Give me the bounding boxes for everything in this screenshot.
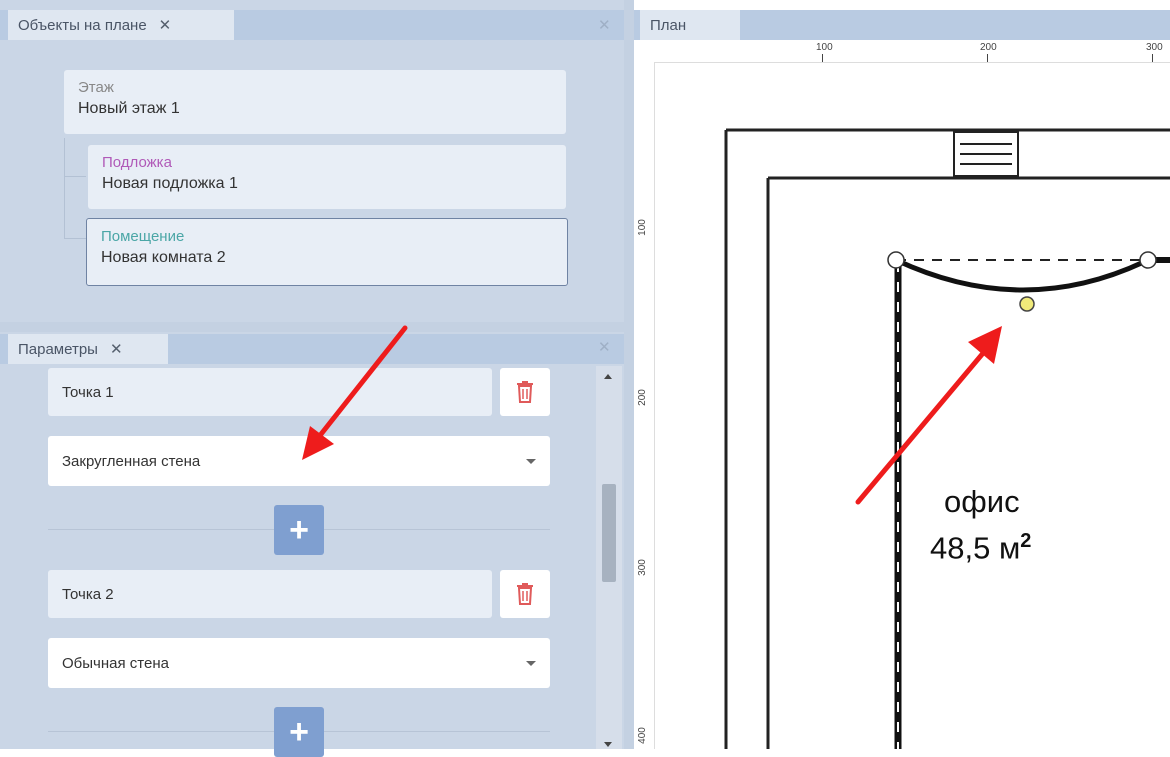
tree-item-floor[interactable]: Этаж Новый этаж 1: [64, 70, 566, 134]
ruler-tick: [987, 54, 988, 62]
floor-plan-canvas[interactable]: [654, 62, 1170, 749]
ruler-top: 100 200 300: [634, 40, 1170, 63]
point-handle[interactable]: [887, 251, 905, 269]
chevron-down-icon: [526, 661, 536, 666]
divider-line: [48, 731, 274, 732]
plus-icon: +: [289, 712, 309, 751]
point-handle[interactable]: [1139, 251, 1157, 269]
annotation-arrow: [302, 325, 408, 460]
tree-connector: [64, 138, 65, 238]
add-point-button[interactable]: +: [274, 505, 324, 555]
room-name-label: офис: [944, 484, 1020, 519]
tree-item-name: Новая подложка 1: [102, 175, 238, 192]
curve-control-handle[interactable]: [1019, 296, 1035, 312]
objects-panel-close-icon[interactable]: ✕: [598, 16, 611, 34]
tab-objects[interactable]: Объекты на плане ✕: [8, 10, 234, 40]
point-1-label: Точка 1: [48, 368, 492, 416]
close-icon[interactable]: ✕: [110, 340, 123, 358]
ruler-tick-label: 100: [636, 219, 648, 236]
tab-params-label: Параметры: [18, 340, 98, 358]
scroll-down-icon[interactable]: [604, 742, 612, 747]
tree-connector: [64, 238, 86, 239]
ruler-tick-label: 400: [636, 727, 648, 744]
ruler-tick: [1152, 54, 1153, 62]
tab-plan[interactable]: План: [640, 10, 740, 40]
trash-icon: [517, 583, 533, 605]
tree-item-underlay[interactable]: Подложка Новая подложка 1: [88, 145, 566, 209]
trash-icon: [517, 381, 533, 403]
room-area-unit-sup: 2: [1020, 530, 1032, 552]
divider-line: [324, 529, 550, 530]
ruler-tick-label: 200: [980, 42, 997, 53]
tree-item-name: Новая комната 2: [101, 249, 226, 266]
tab-objects-label: Объекты на плане: [18, 16, 147, 34]
chevron-down-icon: [526, 459, 536, 464]
wall-type-value: Обычная стена: [62, 654, 169, 672]
wall-type-value: Закругленная стена: [62, 452, 201, 470]
tree-item-type: Помещение: [101, 228, 185, 245]
room-area-label: 48,5 м2: [930, 530, 1031, 566]
params-panel-close-icon[interactable]: ✕: [598, 338, 611, 356]
delete-point-2-button[interactable]: [500, 570, 550, 618]
ruler-tick: [822, 54, 823, 62]
scroll-up-icon[interactable]: [604, 374, 612, 379]
plus-icon: +: [289, 510, 309, 549]
wall-type-select-2[interactable]: Обычная стена: [48, 638, 550, 688]
tab-params[interactable]: Параметры ✕: [8, 334, 168, 364]
add-point-button[interactable]: +: [274, 707, 324, 757]
divider-line: [48, 529, 274, 530]
room-area-value: 48,5 м: [930, 530, 1021, 566]
vent-symbol: [953, 131, 1019, 177]
tree-item-type: Этаж: [78, 79, 114, 96]
annotation-arrow: [855, 326, 1002, 505]
tree-item-room[interactable]: Помещение Новая комната 2: [86, 218, 568, 286]
tree-connector: [64, 176, 86, 177]
point-label-text: Точка 2: [62, 585, 114, 603]
point-2-label: Точка 2: [48, 570, 492, 618]
column-splitter[interactable]: [624, 0, 634, 749]
tab-plan-label: План: [650, 16, 687, 34]
divider-line: [324, 731, 550, 732]
tree-item-name: Новый этаж 1: [78, 100, 180, 117]
ruler-left: 100 200 300 400: [634, 62, 655, 749]
params-scrollbar[interactable]: [596, 366, 622, 749]
close-icon[interactable]: ✕: [159, 16, 172, 34]
ruler-tick-label: 300: [636, 559, 648, 576]
ruler-tick-label: 100: [816, 42, 833, 53]
tree-item-type: Подложка: [102, 154, 172, 171]
point-label-text: Точка 1: [62, 383, 114, 401]
scrollbar-thumb[interactable]: [602, 484, 616, 582]
delete-point-1-button[interactable]: [500, 368, 550, 416]
ruler-tick-label: 300: [1146, 42, 1163, 53]
ruler-tick-label: 200: [636, 389, 648, 406]
